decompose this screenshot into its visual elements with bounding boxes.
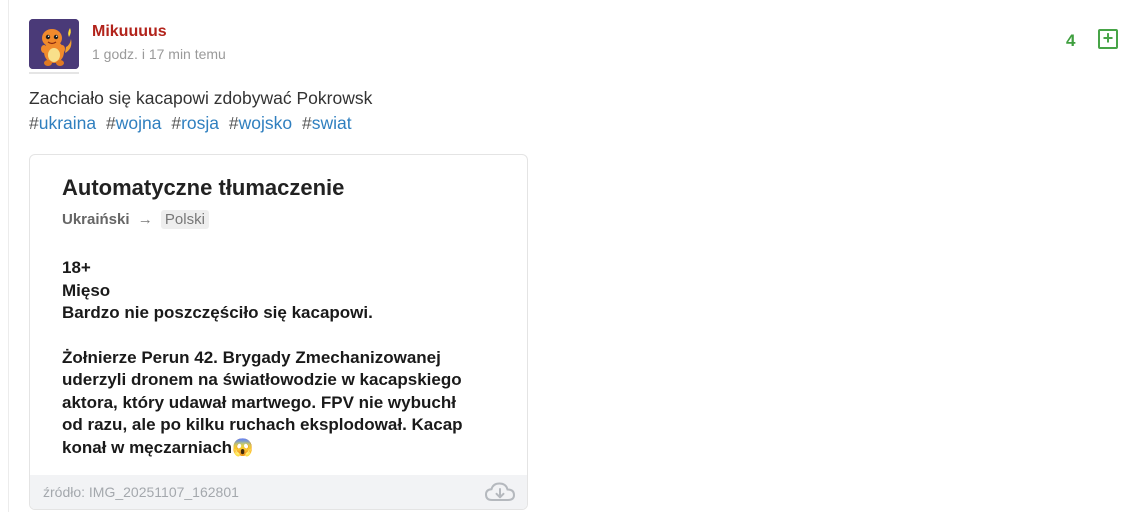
arrow-right-icon: →	[137, 211, 153, 228]
tag-swiat[interactable]: #swiat	[302, 113, 352, 133]
tag-ukraina[interactable]: #ukraina	[29, 113, 96, 133]
post-timestamp[interactable]: 1 godz. i 17 min temu	[92, 46, 226, 62]
tag-wojsko[interactable]: #wojsko	[229, 113, 292, 133]
vote-count: 4	[1066, 31, 1076, 50]
embed-body: 18+ Mięso Bardzo nie poszczęściło się ka…	[62, 257, 502, 459]
body-line: Bardzo nie poszczęściło się kacapowi.	[62, 303, 373, 322]
body-line: konał w męczarniach😱	[62, 437, 254, 457]
tag-wojna[interactable]: #wojna	[106, 113, 161, 133]
cloud-download-icon[interactable]	[484, 481, 516, 503]
embed-title: Automatyczne tłumaczenie	[62, 175, 345, 200]
plus-square-icon[interactable]: +	[1098, 29, 1118, 49]
post-text: Zachciało się kacapowi zdobywać Pokrowsk	[29, 88, 373, 108]
language-row: Ukraiński → Polski	[62, 210, 209, 229]
body-line: uderzyli dronem na światłowodzie w kacap…	[62, 370, 462, 389]
body-line: 18+	[62, 258, 91, 277]
source-label: źródło: IMG_20251107_162801	[43, 484, 239, 500]
charmander-avatar-icon	[29, 19, 79, 69]
target-language: Polski	[160, 210, 209, 229]
embed-footer: źródło: IMG_20251107_162801	[30, 475, 527, 509]
body-line: aktora, który udawał martwego. FPV nie w…	[62, 392, 456, 412]
avatar[interactable]	[29, 19, 79, 69]
username-link[interactable]: Mikuuuus	[92, 23, 167, 41]
tag-list: #ukraina #wojna #rosja #wojsko #swiat	[29, 111, 357, 136]
source-language: Ukraiński	[62, 211, 130, 228]
body-line: od razu, ale po kilku ruchach eksplodowa…	[62, 415, 463, 434]
body-line: Mięso	[62, 280, 111, 300]
body-line: Żołnierze Perun 42. Brygady Zmechanizowa…	[62, 347, 441, 367]
embedded-image[interactable]: Automatyczne tłumaczenie Ukraiński → Pol…	[29, 154, 528, 510]
avatar-underline	[29, 72, 79, 74]
tag-rosja[interactable]: #rosja	[171, 113, 219, 133]
